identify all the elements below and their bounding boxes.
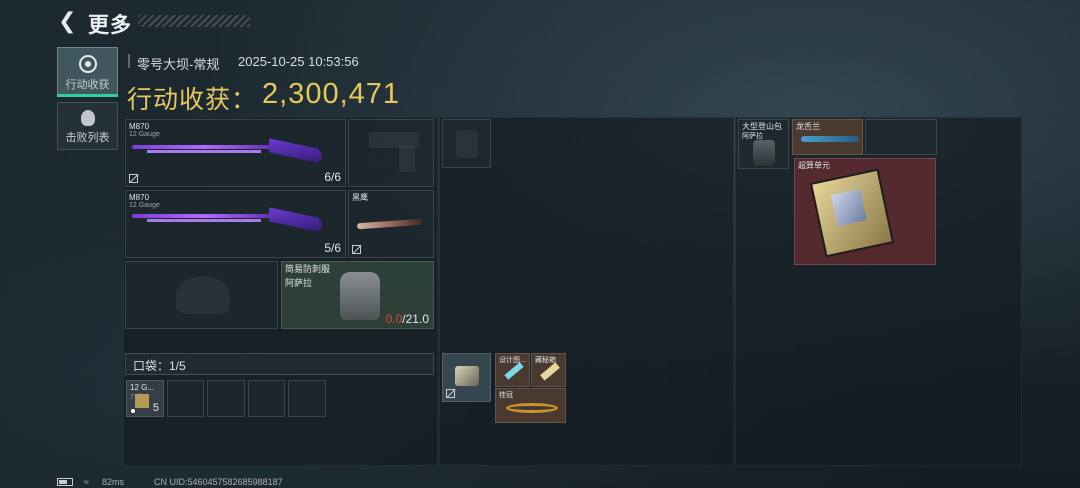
page-title: 更多 — [88, 14, 132, 37]
item-name: 12 G... — [130, 383, 155, 392]
supercomputer-unit-icon — [809, 168, 895, 258]
durability: 0.0/21.0 — [385, 312, 429, 326]
item-slot-2[interactable]: 超算单元 — [794, 158, 936, 265]
chest-panel — [439, 117, 734, 466]
harvest-value: 2,300,471 — [262, 78, 401, 110]
item-name: 大型登山包 — [742, 122, 782, 131]
user-uid: CN UID:5460457582685988187 — [154, 477, 283, 487]
shotgun-icon — [132, 138, 322, 164]
item-name: 龙舌兰 — [796, 122, 820, 131]
tab-action-harvest[interactable]: 行动收获 — [57, 47, 118, 97]
knife-icon — [356, 218, 424, 230]
lock-icon — [446, 389, 455, 398]
item-sub: 12 Gauge — [129, 202, 160, 209]
lock-icon — [129, 174, 138, 183]
map-mode: 零号大坝-常规 — [137, 57, 220, 72]
pocket-slot-5[interactable] — [288, 380, 326, 417]
lock-icon — [352, 245, 361, 254]
shotgun-icon — [132, 207, 322, 233]
armor-slot[interactable]: 简易防刺服 阿萨拉 0.0/21.0 — [281, 261, 434, 329]
tab-label: 行动收获 — [65, 79, 110, 91]
safe-case-slot[interactable] — [442, 353, 491, 402]
timestamp: 2025-10-25 10:53:56 — [238, 54, 359, 69]
ammo-count: 5/6 — [324, 241, 341, 255]
pocket-slot-1[interactable]: 12 G... 7 发... 5 — [126, 380, 164, 417]
tab-label: 击败列表 — [65, 132, 110, 144]
chest-rig-slot[interactable] — [442, 119, 491, 168]
pocket-slot-2[interactable] — [167, 380, 204, 417]
helmet-placeholder-icon — [176, 276, 230, 314]
backpack-slot[interactable]: 大型登山包 阿萨拉 — [738, 119, 789, 169]
item-sub: 12 Gauge — [129, 131, 160, 138]
primary-weapon-slot-2[interactable]: M870 12 Gauge 5/6 — [125, 190, 346, 258]
item-name: 桂冠 — [499, 392, 513, 399]
vial-icon — [540, 362, 560, 381]
item-name: 超算单元 — [798, 161, 830, 170]
melee-slot[interactable]: 黑鹰 — [348, 190, 434, 258]
case-item-3[interactable]: 桂冠 — [495, 388, 566, 423]
item-slot-empty[interactable] — [865, 119, 937, 155]
back-arrow-icon[interactable]: ❮ — [58, 10, 80, 32]
tab-kill-list[interactable]: 击败列表 — [57, 102, 118, 150]
laurel-crown-icon — [506, 403, 558, 413]
item-name: M870 — [129, 193, 150, 202]
item-sub: 阿萨拉 — [285, 278, 313, 288]
ping-readout: 82ms — [102, 477, 125, 487]
divider — [128, 54, 130, 68]
vest-icon — [340, 272, 380, 320]
item-slot-1[interactable]: 龙舌兰 — [792, 119, 863, 155]
harvest-label: 行动收获： — [127, 86, 258, 114]
bottle-icon — [801, 136, 859, 142]
pistol-slot[interactable] — [348, 119, 434, 187]
target-icon — [78, 55, 97, 73]
item-name: 设计图... — [499, 357, 526, 364]
item-name: 简易防刺服 — [285, 264, 331, 274]
skull-icon — [80, 110, 95, 126]
wifi-icon: ≈ — [84, 477, 89, 487]
title-decoration — [138, 15, 250, 27]
pocket-slot-4[interactable] — [248, 380, 285, 417]
case-icon — [455, 366, 479, 386]
ammo-count: 6/6 — [324, 170, 341, 184]
case-item-2[interactable]: 藏秘箱 — [531, 353, 566, 387]
helmet-slot[interactable] — [125, 261, 278, 329]
case-item-1[interactable]: 设计图... — [495, 353, 530, 387]
item-name: M870 — [129, 122, 150, 131]
item-count: 5 — [152, 402, 159, 414]
pockets-label: 口袋：1/5 — [133, 359, 186, 373]
rig-placeholder-icon — [456, 130, 478, 158]
ammo-box-icon — [135, 394, 149, 408]
item-name: 黑鹰 — [352, 193, 368, 202]
battery-icon — [57, 478, 73, 486]
backpack-icon — [753, 140, 775, 166]
primary-weapon-slot-1[interactable]: M870 12 Gauge 6/6 — [125, 119, 346, 187]
pocket-slot-3[interactable] — [207, 380, 245, 417]
